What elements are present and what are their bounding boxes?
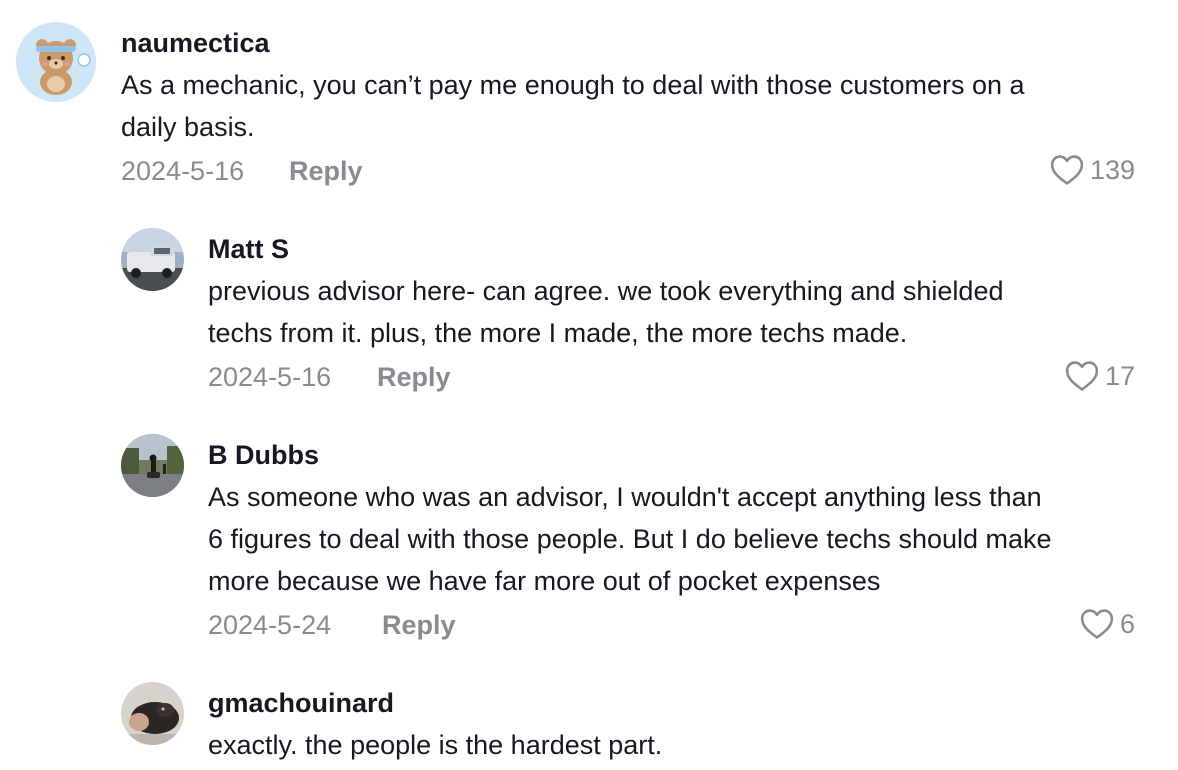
comment-date: 2024-5-24 xyxy=(208,610,332,640)
truck-photo-avatar-icon xyxy=(121,228,184,291)
heart-icon xyxy=(1065,361,1099,391)
bear-avatar-icon xyxy=(16,22,96,102)
avatar[interactable] xyxy=(16,22,96,102)
avatar[interactable] xyxy=(121,682,184,745)
avatar[interactable] xyxy=(121,434,184,497)
motorcycle-photo-avatar-icon xyxy=(121,434,184,497)
heart-icon xyxy=(1080,609,1114,639)
comment-text: previous advisor here- can agree. we too… xyxy=(208,276,1004,348)
like-count: 6 xyxy=(1119,608,1135,639)
like-count: 139 xyxy=(1089,154,1135,185)
reply-button[interactable]: Reply xyxy=(377,362,451,393)
comment-date: 2024-5-16 xyxy=(208,362,332,392)
reply-button[interactable]: Reply xyxy=(289,156,363,187)
pet-photo-avatar-icon xyxy=(121,682,184,745)
comment-date: 2024-5-16 xyxy=(121,156,245,186)
comment-username[interactable]: naumectica xyxy=(121,28,270,59)
comment-text: exactly. the people is the hardest part. xyxy=(208,730,663,760)
comment-text: As a mechanic, you can’t pay me enough t… xyxy=(121,70,1025,142)
heart-icon xyxy=(1050,155,1084,185)
like-button[interactable]: 17 xyxy=(1065,360,1135,392)
reply-button[interactable]: Reply xyxy=(382,610,456,641)
like-button[interactable]: 6 xyxy=(1080,608,1135,640)
avatar[interactable] xyxy=(121,228,184,291)
comment-username[interactable]: gmachouinard xyxy=(208,688,394,719)
like-button[interactable]: 139 xyxy=(1050,154,1135,186)
like-count: 17 xyxy=(1104,360,1135,391)
comment-username[interactable]: Matt S xyxy=(208,234,289,265)
comment-username[interactable]: B Dubbs xyxy=(208,440,319,471)
comment-text: As someone who was an advisor, I wouldn'… xyxy=(208,482,1052,596)
